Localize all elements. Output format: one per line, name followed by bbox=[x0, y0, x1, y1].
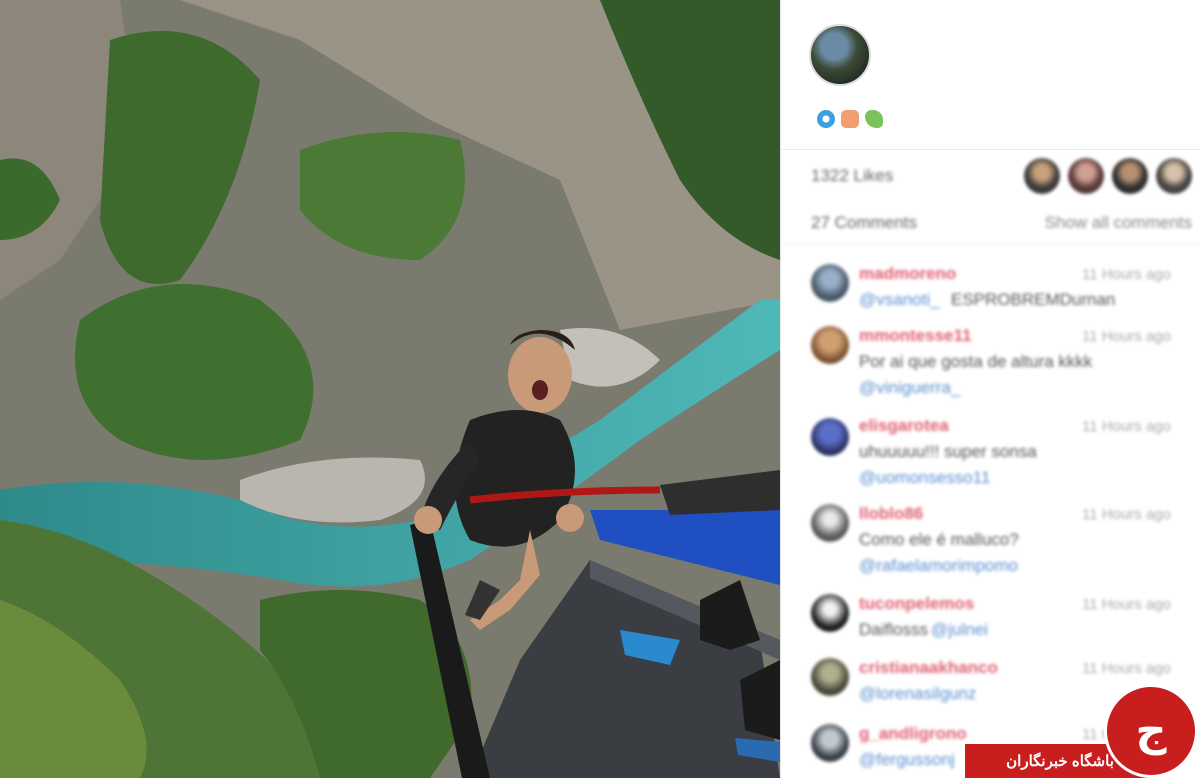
bungee-jump-photo bbox=[0, 0, 780, 778]
comment-username[interactable]: madmoreno bbox=[859, 264, 956, 284]
comment-time: 11 Hours ago bbox=[1082, 506, 1171, 523]
post-header bbox=[781, 0, 1200, 150]
comment-username[interactable]: lloblo86 bbox=[859, 504, 923, 524]
comment-mention[interactable]: @uomonsesso11 bbox=[859, 468, 990, 488]
caption-emoji-row bbox=[817, 110, 883, 128]
likes-count[interactable]: 1322 Likes bbox=[811, 166, 893, 186]
watermark-logo-icon: ج bbox=[1109, 689, 1193, 773]
comments-row: 27 Comments Show all comments bbox=[781, 202, 1200, 244]
swirl-emoji-icon bbox=[817, 110, 835, 128]
comment-time: 11 Hours ago bbox=[1082, 418, 1171, 435]
comment-text: Por ai que gosta de altura kkkk bbox=[859, 352, 1093, 371]
comment-mention[interactable]: @vsanoti_ bbox=[859, 290, 940, 310]
comment-text: Como ele é malluco? bbox=[859, 530, 1019, 549]
comment-time: 11 Hours ago bbox=[1082, 596, 1171, 613]
leaf-emoji-icon bbox=[865, 110, 883, 128]
comment-username[interactable]: mmontesse11 bbox=[859, 326, 971, 346]
liker-avatar[interactable] bbox=[1068, 158, 1104, 194]
comment-mention[interactable]: @julnei bbox=[931, 620, 988, 640]
comment-username[interactable]: elisgarotea bbox=[859, 416, 949, 436]
comment-time: 11 Hours ago bbox=[1082, 328, 1171, 345]
comment-mention[interactable]: @viniguerra_ bbox=[859, 378, 960, 398]
comment-mention[interactable]: @rafaelamorimpomo bbox=[859, 556, 1018, 576]
liker-avatar[interactable] bbox=[1156, 158, 1192, 194]
liker-avatars bbox=[1024, 158, 1192, 194]
commenter-avatar[interactable] bbox=[811, 326, 849, 364]
comment-text: Daiflosss bbox=[859, 620, 928, 639]
commenter-avatar[interactable] bbox=[811, 658, 849, 696]
watermark-logo: ج bbox=[1104, 684, 1198, 778]
watermark-logo-glyph: ج bbox=[1135, 706, 1166, 756]
comment-time: 11 Hours ago bbox=[1082, 660, 1171, 677]
commenter-avatar[interactable] bbox=[811, 418, 849, 456]
liker-avatar[interactable] bbox=[1024, 158, 1060, 194]
show-all-comments-link[interactable]: Show all comments bbox=[1045, 213, 1192, 233]
fist-emoji-icon bbox=[841, 110, 859, 128]
comment-text: uhuuuuu!!! super sonsa bbox=[859, 442, 1037, 461]
post-photo[interactable] bbox=[0, 0, 780, 778]
comment-time: 11 Hours ago bbox=[1082, 266, 1171, 283]
comment-username[interactable]: tuconpelemos bbox=[859, 594, 974, 614]
liker-avatar[interactable] bbox=[1112, 158, 1148, 194]
post-side-panel: 1322 Likes 27 Comments Show all comments… bbox=[780, 0, 1200, 778]
commenter-avatar[interactable] bbox=[811, 264, 849, 302]
comment-text: ESPROBREMDurnan bbox=[951, 290, 1116, 309]
comment-username[interactable]: g_andligrono bbox=[859, 724, 967, 744]
comments-count: 27 Comments bbox=[811, 212, 917, 232]
commenter-avatar[interactable] bbox=[811, 724, 849, 762]
comment-mention[interactable]: @lorenasilgunz bbox=[859, 684, 976, 704]
author-avatar[interactable] bbox=[809, 24, 871, 86]
likes-row: 1322 Likes bbox=[781, 150, 1200, 202]
comment-mention[interactable]: @fergussonj bbox=[859, 750, 955, 770]
comment-username[interactable]: cristianaakhanco bbox=[859, 658, 998, 678]
commenter-avatar[interactable] bbox=[811, 594, 849, 632]
commenter-avatar[interactable] bbox=[811, 504, 849, 542]
